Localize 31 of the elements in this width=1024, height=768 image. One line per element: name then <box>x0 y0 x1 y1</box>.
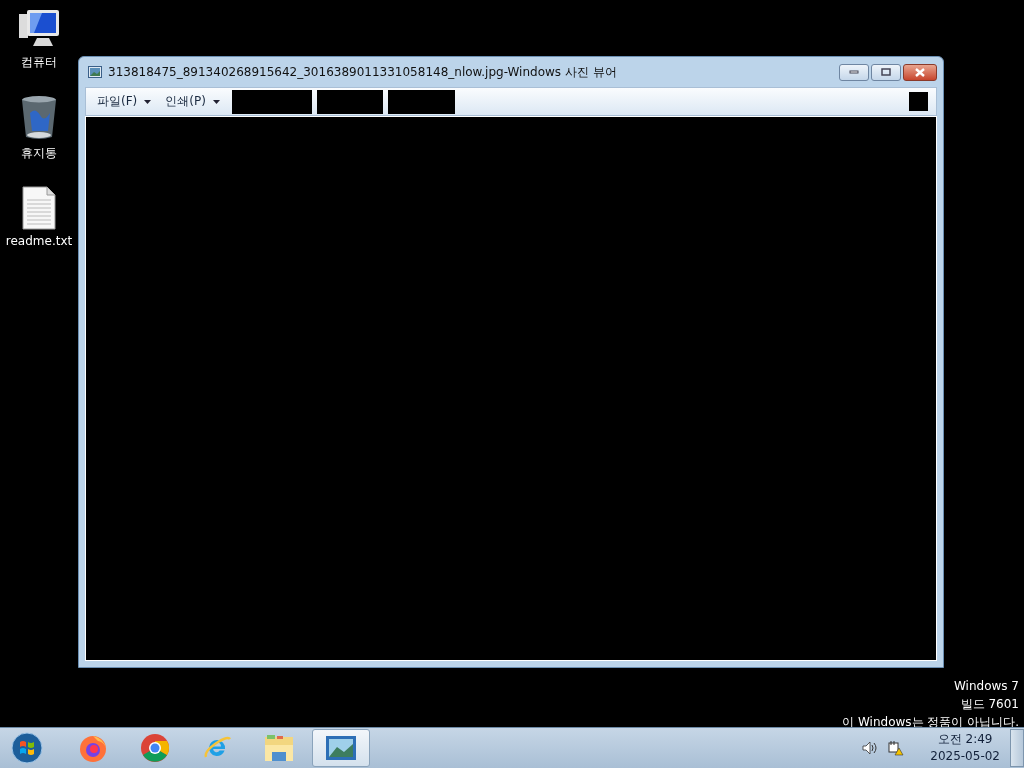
notice-text: 빌드 7601 <box>960 696 1019 713</box>
picture-icon <box>88 66 102 78</box>
redacted-block <box>316 89 383 114</box>
browser-icon <box>78 733 108 763</box>
recycle-bin-icon <box>20 95 58 141</box>
maximize-button[interactable] <box>871 63 901 81</box>
caret-icon <box>212 99 220 104</box>
maximize-icon <box>881 68 891 76</box>
redacted-block <box>387 89 455 114</box>
icon-label[interactable]: 휴지통 <box>21 145 57 162</box>
notice-text: Windows 7 <box>954 678 1019 695</box>
taskbar-button[interactable] <box>312 729 370 767</box>
show-desktop-button[interactable] <box>1010 729 1024 767</box>
close-button[interactable] <box>903 63 937 81</box>
redacted-block <box>909 92 928 111</box>
clock[interactable]: 오전 2:49 2025-05-02 <box>930 731 1000 765</box>
icon-label[interactable]: 컴퓨터 <box>21 54 57 71</box>
close-icon <box>914 67 926 77</box>
browser-icon <box>140 733 170 763</box>
text-file-icon <box>22 186 56 230</box>
window-title: 313818475_891340268915642_3016389011331058148_nlow.jpg-Windows 사진 뷰어 <box>108 63 617 81</box>
icon-label[interactable]: readme.txt <box>5 234 73 248</box>
menu-button[interactable]: 인쇄(P) <box>158 91 227 112</box>
network-warning-icon[interactable] <box>888 740 905 756</box>
caret-icon <box>144 99 152 104</box>
picture-icon <box>325 735 357 761</box>
minimize-button[interactable] <box>839 63 869 81</box>
minimize-icon <box>849 70 859 74</box>
menu-button[interactable]: 파일(F) <box>90 91 159 112</box>
speaker-icon[interactable] <box>862 741 879 755</box>
folder-icon <box>263 733 295 763</box>
